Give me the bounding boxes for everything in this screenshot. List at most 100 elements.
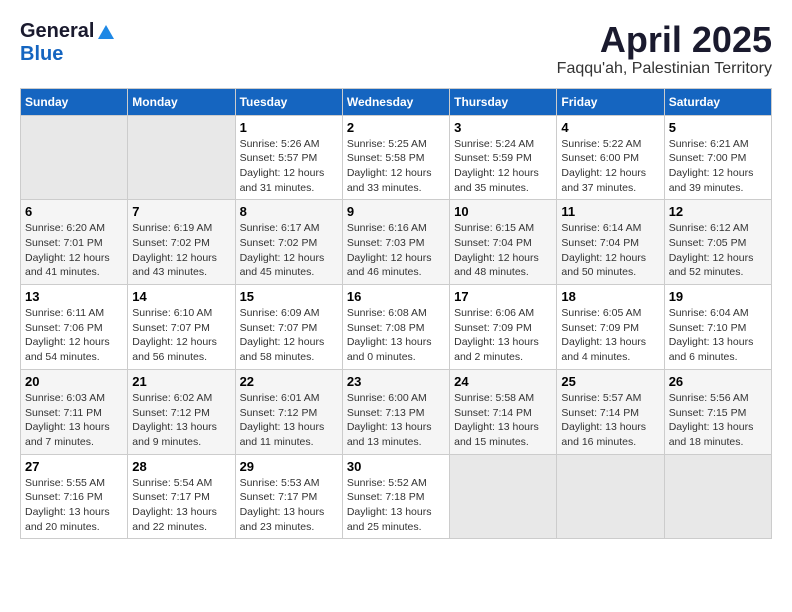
day-detail: Sunrise: 6:11 AMSunset: 7:06 PMDaylight:… bbox=[25, 307, 110, 363]
day-detail: Sunrise: 5:25 AMSunset: 5:58 PMDaylight:… bbox=[347, 138, 432, 194]
day-cell bbox=[664, 454, 771, 539]
day-number: 10 bbox=[454, 204, 552, 219]
day-detail: Sunrise: 5:26 AMSunset: 5:57 PMDaylight:… bbox=[240, 138, 325, 194]
day-detail: Sunrise: 5:55 AMSunset: 7:16 PMDaylight:… bbox=[25, 477, 110, 533]
day-cell: 27 Sunrise: 5:55 AMSunset: 7:16 PMDayligh… bbox=[21, 454, 128, 539]
header-cell-friday: Friday bbox=[557, 88, 664, 115]
day-detail: Sunrise: 6:05 AMSunset: 7:09 PMDaylight:… bbox=[561, 307, 646, 363]
day-number: 28 bbox=[132, 459, 230, 474]
day-cell: 6 Sunrise: 6:20 AMSunset: 7:01 PMDaylight… bbox=[21, 200, 128, 285]
day-detail: Sunrise: 6:03 AMSunset: 7:11 PMDaylight:… bbox=[25, 392, 110, 448]
day-cell: 21Sunrise: 6:02 AMSunset: 7:12 PMDayligh… bbox=[128, 369, 235, 454]
header-cell-sunday: Sunday bbox=[21, 88, 128, 115]
day-detail: Sunrise: 6:19 AMSunset: 7:02 PMDaylight:… bbox=[132, 222, 217, 278]
day-detail: Sunrise: 6:15 AMSunset: 7:04 PMDaylight:… bbox=[454, 222, 539, 278]
day-cell: 14 Sunrise: 6:10 AMSunset: 7:07 PMDayligh… bbox=[128, 285, 235, 370]
day-detail: Sunrise: 5:57 AMSunset: 7:14 PMDaylight:… bbox=[561, 392, 646, 448]
day-number: 3 bbox=[454, 120, 552, 135]
day-detail: Sunrise: 5:56 AMSunset: 7:15 PMDaylight:… bbox=[669, 392, 754, 448]
week-row-2: 6 Sunrise: 6:20 AMSunset: 7:01 PMDaylight… bbox=[21, 200, 772, 285]
day-number: 8 bbox=[240, 204, 338, 219]
day-cell: 7 Sunrise: 6:19 AMSunset: 7:02 PMDaylight… bbox=[128, 200, 235, 285]
day-number: 20 bbox=[25, 374, 123, 389]
day-cell: 26Sunrise: 5:56 AMSunset: 7:15 PMDayligh… bbox=[664, 369, 771, 454]
day-cell: 13 Sunrise: 6:11 AMSunset: 7:06 PMDayligh… bbox=[21, 285, 128, 370]
day-number: 5 bbox=[669, 120, 767, 135]
day-number: 21 bbox=[132, 374, 230, 389]
day-number: 29 bbox=[240, 459, 338, 474]
day-cell: 12 Sunrise: 6:12 AMSunset: 7:05 PMDayligh… bbox=[664, 200, 771, 285]
page-title: April 2025 bbox=[557, 20, 772, 60]
day-cell: 1 Sunrise: 5:26 AMSunset: 5:57 PMDaylight… bbox=[235, 115, 342, 200]
week-row-4: 20 Sunrise: 6:03 AMSunset: 7:11 PMDayligh… bbox=[21, 369, 772, 454]
day-cell: 9 Sunrise: 6:16 AMSunset: 7:03 PMDaylight… bbox=[342, 200, 449, 285]
day-detail: Sunrise: 6:00 AMSunset: 7:13 PMDaylight:… bbox=[347, 392, 432, 448]
title-area: April 2025 Faqqu'ah, Palestinian Territo… bbox=[557, 20, 772, 78]
day-detail: Sunrise: 6:21 AMSunset: 7:00 PMDaylight:… bbox=[669, 138, 754, 194]
day-cell: 4 Sunrise: 5:22 AMSunset: 6:00 PMDaylight… bbox=[557, 115, 664, 200]
day-detail: Sunrise: 6:20 AMSunset: 7:01 PMDaylight:… bbox=[25, 222, 110, 278]
day-cell bbox=[21, 115, 128, 200]
day-detail: Sunrise: 6:16 AMSunset: 7:03 PMDaylight:… bbox=[347, 222, 432, 278]
day-number: 6 bbox=[25, 204, 123, 219]
day-detail: Sunrise: 6:14 AMSunset: 7:04 PMDaylight:… bbox=[561, 222, 646, 278]
calendar-table: SundayMondayTuesdayWednesdayThursdayFrid… bbox=[20, 88, 772, 540]
day-number: 9 bbox=[347, 204, 445, 219]
day-number: 4 bbox=[561, 120, 659, 135]
day-detail: Sunrise: 6:06 AMSunset: 7:09 PMDaylight:… bbox=[454, 307, 539, 363]
day-cell: 10 Sunrise: 6:15 AMSunset: 7:04 PMDayligh… bbox=[450, 200, 557, 285]
day-detail: Sunrise: 6:17 AMSunset: 7:02 PMDaylight:… bbox=[240, 222, 325, 278]
day-cell: 2 Sunrise: 5:25 AMSunset: 5:58 PMDaylight… bbox=[342, 115, 449, 200]
day-cell: 20 Sunrise: 6:03 AMSunset: 7:11 PMDayligh… bbox=[21, 369, 128, 454]
day-cell: 3 Sunrise: 5:24 AMSunset: 5:59 PMDaylight… bbox=[450, 115, 557, 200]
day-cell bbox=[128, 115, 235, 200]
day-number: 18 bbox=[561, 289, 659, 304]
day-number: 15 bbox=[240, 289, 338, 304]
day-cell: 17 Sunrise: 6:06 AMSunset: 7:09 PMDayligh… bbox=[450, 285, 557, 370]
day-detail: Sunrise: 6:01 AMSunset: 7:12 PMDaylight:… bbox=[240, 392, 325, 448]
day-cell: 30Sunrise: 5:52 AMSunset: 7:18 PMDayligh… bbox=[342, 454, 449, 539]
day-detail: Sunrise: 5:22 AMSunset: 6:00 PMDaylight:… bbox=[561, 138, 646, 194]
day-number: 25 bbox=[561, 374, 659, 389]
day-cell: 11 Sunrise: 6:14 AMSunset: 7:04 PMDayligh… bbox=[557, 200, 664, 285]
day-cell: 8 Sunrise: 6:17 AMSunset: 7:02 PMDaylight… bbox=[235, 200, 342, 285]
day-cell: 19Sunrise: 6:04 AMSunset: 7:10 PMDayligh… bbox=[664, 285, 771, 370]
day-cell: 28 Sunrise: 5:54 AMSunset: 7:17 PMDayligh… bbox=[128, 454, 235, 539]
day-number: 13 bbox=[25, 289, 123, 304]
day-number: 14 bbox=[132, 289, 230, 304]
day-detail: Sunrise: 5:52 AMSunset: 7:18 PMDaylight:… bbox=[347, 477, 432, 533]
day-number: 7 bbox=[132, 204, 230, 219]
day-number: 2 bbox=[347, 120, 445, 135]
day-number: 24 bbox=[454, 374, 552, 389]
header-cell-saturday: Saturday bbox=[664, 88, 771, 115]
day-cell: 18 Sunrise: 6:05 AMSunset: 7:09 PMDayligh… bbox=[557, 285, 664, 370]
week-row-1: 1 Sunrise: 5:26 AMSunset: 5:57 PMDaylight… bbox=[21, 115, 772, 200]
day-cell: 22 Sunrise: 6:01 AMSunset: 7:12 PMDayligh… bbox=[235, 369, 342, 454]
header-row: SundayMondayTuesdayWednesdayThursdayFrid… bbox=[21, 88, 772, 115]
day-detail: Sunrise: 5:53 AMSunset: 7:17 PMDaylight:… bbox=[240, 477, 325, 533]
day-detail: Sunrise: 5:24 AMSunset: 5:59 PMDaylight:… bbox=[454, 138, 539, 194]
header-cell-thursday: Thursday bbox=[450, 88, 557, 115]
day-cell: 16Sunrise: 6:08 AMSunset: 7:08 PMDayligh… bbox=[342, 285, 449, 370]
day-number: 12 bbox=[669, 204, 767, 219]
logo-icon bbox=[98, 25, 114, 39]
day-detail: Sunrise: 5:54 AMSunset: 7:17 PMDaylight:… bbox=[132, 477, 217, 533]
day-detail: Sunrise: 6:12 AMSunset: 7:05 PMDaylight:… bbox=[669, 222, 754, 278]
day-detail: Sunrise: 6:09 AMSunset: 7:07 PMDaylight:… bbox=[240, 307, 325, 363]
day-cell bbox=[450, 454, 557, 539]
day-detail: Sunrise: 6:10 AMSunset: 7:07 PMDaylight:… bbox=[132, 307, 217, 363]
day-detail: Sunrise: 6:08 AMSunset: 7:08 PMDaylight:… bbox=[347, 307, 432, 363]
day-number: 27 bbox=[25, 459, 123, 474]
day-number: 1 bbox=[240, 120, 338, 135]
page-subtitle: Faqqu'ah, Palestinian Territory bbox=[557, 60, 772, 78]
day-number: 23 bbox=[347, 374, 445, 389]
header: General Blue April 2025 Faqqu'ah, Palest… bbox=[20, 20, 772, 78]
day-detail: Sunrise: 5:58 AMSunset: 7:14 PMDaylight:… bbox=[454, 392, 539, 448]
logo-general-text: General bbox=[20, 20, 94, 43]
day-number: 22 bbox=[240, 374, 338, 389]
day-cell: 5 Sunrise: 6:21 AMSunset: 7:00 PMDaylight… bbox=[664, 115, 771, 200]
day-number: 17 bbox=[454, 289, 552, 304]
header-cell-tuesday: Tuesday bbox=[235, 88, 342, 115]
day-cell: 24 Sunrise: 5:58 AMSunset: 7:14 PMDayligh… bbox=[450, 369, 557, 454]
day-number: 11 bbox=[561, 204, 659, 219]
